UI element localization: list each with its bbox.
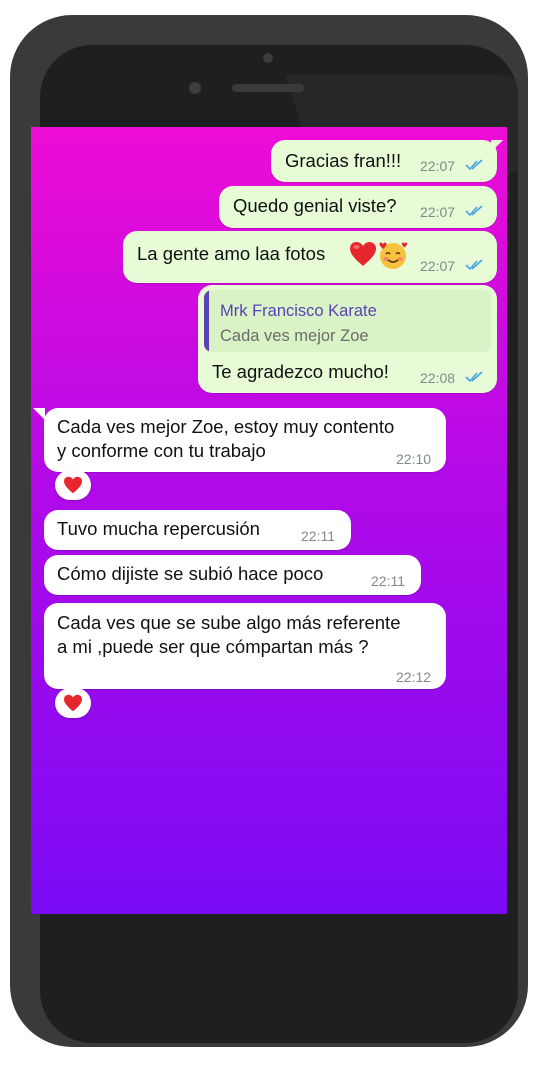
outgoing-reply-message[interactable]: Mrk Francisco Karate Cada ves mejor Zoe … [198, 285, 497, 393]
heart-reaction-icon[interactable] [55, 470, 91, 500]
message-time: 22:12 [396, 669, 432, 685]
message-time: 22:11 [301, 528, 335, 544]
smiling-face-with-hearts-emoji [379, 242, 408, 269]
incoming-message[interactable]: Cómo dijiste se subió hace poco 22:11 [44, 555, 421, 595]
bubble-tail [33, 408, 45, 420]
incoming-message[interactable]: Cada ves que se sube algo más referente … [44, 603, 446, 689]
message-text: La gente amo laa fotos [137, 243, 326, 264]
heart-reaction-icon[interactable] [55, 688, 91, 718]
read-receipt-ticks-icon [465, 259, 483, 271]
message-text-line: Cada ves que se sube algo más referente [57, 612, 401, 633]
message-text: Gracias fran!!! [285, 150, 402, 171]
front-camera [189, 82, 201, 94]
chat-screen[interactable]: Gracias fran!!! 22:07 Quedo genial viste… [31, 127, 507, 914]
message-time: 22:07 [420, 204, 456, 220]
quoted-message[interactable]: Mrk Francisco Karate Cada ves mejor Zoe [204, 290, 491, 352]
message-text: Tuvo mucha repercusión [57, 518, 260, 539]
outgoing-message[interactable]: Quedo genial viste? 22:07 [219, 186, 497, 228]
message-time: 22:07 [420, 258, 456, 274]
message-text: Cómo dijiste se subió hace poco [57, 563, 324, 584]
read-receipt-ticks-icon [465, 205, 483, 217]
message-time: 22:08 [420, 370, 456, 386]
message-time: 22:11 [371, 573, 405, 589]
message-time: 22:07 [420, 158, 456, 174]
heart-icon [64, 694, 82, 712]
message-text-line: Cada ves mejor Zoe, estoy muy contento [57, 416, 395, 437]
proximity-sensor [263, 53, 273, 63]
red-heart-emoji [350, 242, 376, 266]
bubble-tail [491, 140, 503, 152]
outgoing-message[interactable]: Gracias fran!!! 22:07 [271, 140, 497, 182]
heart-icon [64, 476, 82, 494]
message-text: Quedo genial viste? [233, 195, 397, 216]
quote-text: Cada ves mejor Zoe [220, 327, 369, 345]
message-text-line: y conforme con tu trabajo [57, 440, 266, 461]
message-text: Te agradezco mucho! [212, 361, 389, 382]
incoming-message[interactable]: Cada ves mejor Zoe, estoy muy contento y… [44, 408, 446, 472]
read-receipt-ticks-icon [465, 371, 483, 383]
quote-author: Mrk Francisco Karate [220, 302, 377, 320]
outgoing-message[interactable]: La gente amo laa fotos 22:07 [123, 231, 497, 283]
incoming-message[interactable]: Tuvo mucha repercusión 22:11 [44, 510, 351, 550]
quote-accent-bar [204, 290, 209, 352]
message-time: 22:10 [396, 451, 432, 467]
message-text-line: a mi ,puede ser que cómpartan más ? [57, 636, 369, 657]
read-receipt-ticks-icon [465, 159, 483, 171]
earpiece-speaker [232, 84, 304, 92]
